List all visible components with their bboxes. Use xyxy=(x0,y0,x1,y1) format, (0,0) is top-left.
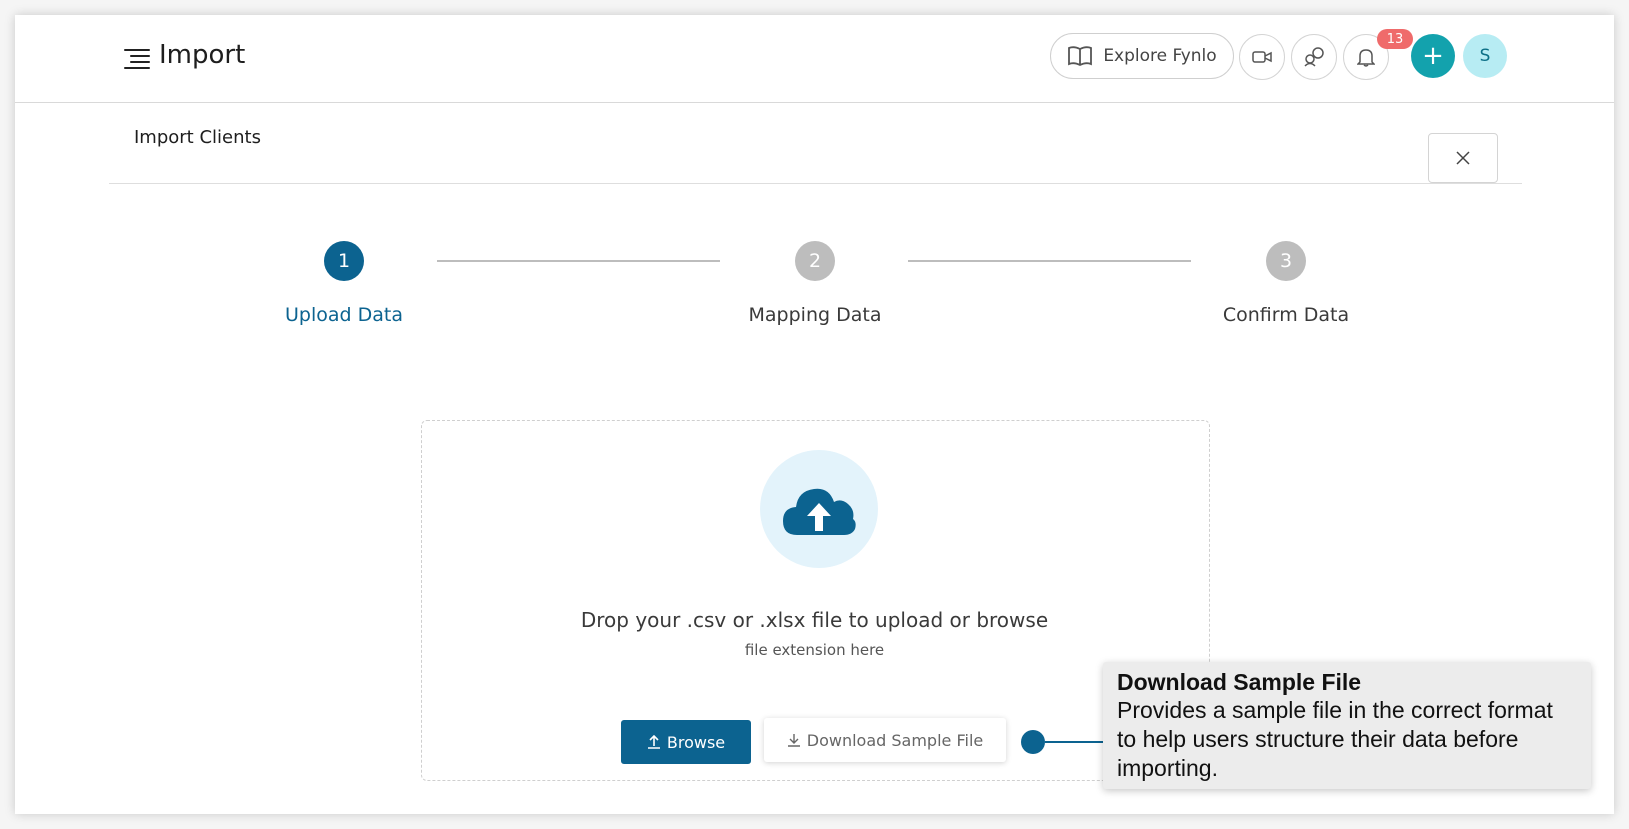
close-button[interactable] xyxy=(1428,133,1498,183)
plus-icon: + xyxy=(1422,41,1444,71)
step-2-label[interactable]: Mapping Data xyxy=(715,304,915,326)
download-icon xyxy=(787,734,800,747)
drop-instruction: Drop your .csv or .xlsx file to upload o… xyxy=(580,608,1049,632)
menu-icon[interactable] xyxy=(124,49,150,69)
upload-cloud-badge xyxy=(760,450,878,568)
app-window: Import Explore Fynlo 13 + S Import Clien… xyxy=(15,15,1614,814)
section-title: Import Clients xyxy=(134,127,261,148)
bell-icon xyxy=(1357,49,1375,67)
step-connector-2 xyxy=(908,260,1191,262)
explore-fynlo-label: Explore Fynlo xyxy=(1103,46,1217,66)
tooltip-body: Provides a sample file in the correct fo… xyxy=(1117,697,1553,781)
step-2-circle[interactable]: 2 xyxy=(795,241,835,281)
callout-connector xyxy=(1045,741,1103,743)
section-divider xyxy=(109,183,1522,184)
page-title: Import xyxy=(159,40,246,70)
annotation-tooltip: Download Sample File Provides a sample f… xyxy=(1103,662,1591,789)
video-icon xyxy=(1252,51,1272,63)
browse-button[interactable]: Browse xyxy=(621,720,751,764)
book-icon xyxy=(1068,46,1093,67)
drop-sub-instruction: file extension here xyxy=(744,641,885,659)
chat-support-icon xyxy=(1304,47,1324,67)
explore-fynlo-button[interactable]: Explore Fynlo xyxy=(1050,33,1234,79)
cloud-upload-icon xyxy=(783,488,856,535)
add-button[interactable]: + xyxy=(1411,34,1455,78)
callout-marker xyxy=(1021,730,1045,754)
step-1-label[interactable]: Upload Data xyxy=(244,304,444,326)
step-connector-1 xyxy=(437,260,720,262)
video-button[interactable] xyxy=(1239,34,1285,80)
top-header: Import Explore Fynlo 13 + S xyxy=(15,15,1614,103)
close-icon xyxy=(1456,151,1470,165)
notification-badge: 13 xyxy=(1377,29,1413,49)
download-sample-file-label: Download Sample File xyxy=(806,730,984,750)
upload-icon xyxy=(647,735,660,749)
step-1-circle[interactable]: 1 xyxy=(324,241,364,281)
step-3-circle[interactable]: 3 xyxy=(1266,241,1306,281)
support-button[interactable] xyxy=(1291,34,1337,80)
browse-label: Browse xyxy=(666,732,726,752)
tooltip-title: Download Sample File xyxy=(1117,669,1362,695)
step-3-label[interactable]: Confirm Data xyxy=(1186,304,1386,326)
avatar[interactable]: S xyxy=(1463,34,1507,78)
download-sample-file-button[interactable]: Download Sample File xyxy=(764,718,1006,762)
